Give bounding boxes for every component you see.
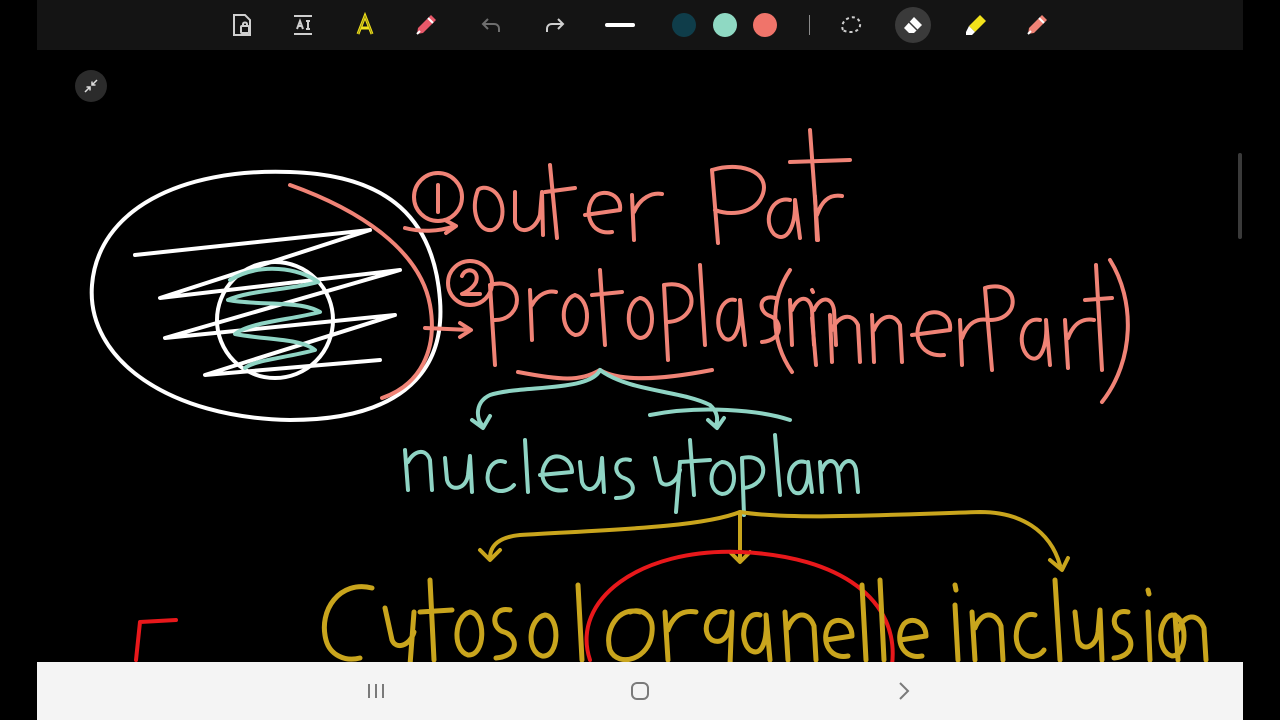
eraser-icon	[904, 17, 922, 33]
pen-icon	[416, 15, 436, 35]
home-icon	[631, 682, 649, 700]
vertical-scrollbar[interactable]	[1238, 153, 1242, 239]
collapse-arrows-icon	[84, 79, 98, 93]
stroke-width-tool[interactable]	[602, 7, 638, 43]
lock-text-tool[interactable]	[224, 7, 260, 43]
recent-apps-icon	[368, 684, 384, 698]
text-tool[interactable]	[285, 7, 321, 43]
pencil-icon	[1027, 15, 1047, 35]
undo-button[interactable]	[473, 7, 509, 43]
eraser-tool[interactable]	[895, 7, 931, 43]
redo-icon	[546, 18, 565, 32]
pencil-tool[interactable]	[1019, 7, 1055, 43]
lasso-icon	[841, 16, 862, 34]
lock-document-icon	[233, 14, 251, 36]
toolbar-divider	[809, 15, 810, 35]
color-swatch-dark-teal[interactable]	[672, 13, 696, 37]
recent-apps-button[interactable]	[346, 672, 406, 710]
highlighter-tool[interactable]	[958, 7, 994, 43]
pen-tool[interactable]	[408, 7, 444, 43]
undo-icon	[481, 18, 500, 32]
font-color-tool[interactable]	[347, 7, 383, 43]
collapse-view-button[interactable]	[75, 70, 107, 102]
letter-a-icon	[356, 12, 374, 35]
color-swatch-mint[interactable]	[713, 13, 737, 37]
line-width-icon	[605, 23, 635, 27]
note-canvas[interactable]	[37, 0, 1243, 720]
home-button[interactable]	[610, 672, 670, 710]
back-button[interactable]	[874, 672, 934, 710]
lasso-tool[interactable]	[833, 7, 869, 43]
back-chevron-icon	[899, 682, 910, 700]
system-navigation-bar	[37, 662, 1243, 720]
text-box-icon	[294, 15, 312, 35]
color-swatch-coral[interactable]	[753, 13, 777, 37]
redo-button[interactable]	[537, 7, 573, 43]
highlighter-icon	[966, 15, 986, 35]
drawing-toolbar	[37, 0, 1243, 50]
